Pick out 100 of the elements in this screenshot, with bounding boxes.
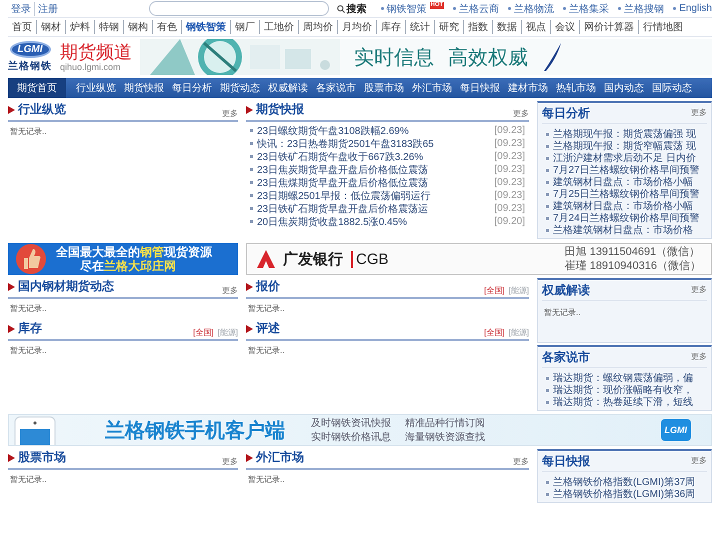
news-link[interactable]: 23日焦煤期货早盘开盘后价格低位震荡 (257, 176, 490, 190)
news-link[interactable]: 23日焦炭期货早盘开盘后价格低位震荡 (257, 162, 490, 176)
news-date: [09.23] (494, 125, 525, 136)
news-link[interactable]: 7月25日兰格螺纹钢价格早间预警 (553, 187, 703, 201)
section-title: 各家说市 (542, 348, 590, 366)
news-link[interactable]: 23日铁矿石期货早盘开盘后价格震荡运 (257, 202, 490, 216)
site-link[interactable]: 钢铁智策 (380, 2, 427, 16)
nav-tab[interactable]: 各家说市 (312, 78, 360, 98)
filter-link[interactable]: [全国] (193, 327, 214, 338)
news-link[interactable]: 23日螺纹期货午盘3108跌幅2.69% (257, 124, 490, 138)
menu-link[interactable]: 会议 (550, 20, 579, 34)
menu-link[interactable]: 钢铁智策 (181, 20, 230, 34)
menu-link[interactable]: 网价计算器 (579, 20, 638, 34)
news-link[interactable]: 建筑钢材日盘点：市场价格小幅 (553, 199, 703, 213)
bullet-icon (546, 400, 549, 404)
news-link[interactable]: 23日铁矿石期货午盘收于667跌3.26% (257, 150, 490, 164)
nav-tab[interactable]: 国际动态 (648, 78, 696, 98)
nav-tab[interactable]: 行业纵览 (72, 78, 120, 98)
news-link[interactable]: 20日焦炭期货收盘1882.5涨0.45% (257, 214, 490, 228)
app-banner[interactable]: 兰格钢铁手机客户端 及时钢铁资讯快报 精准品种行情订阅 实时钢铁价格讯息 海量钢铁资源查找 LGMI (8, 414, 712, 446)
news-link[interactable]: 兰格期现午报：期货窄幅震荡 现 (553, 139, 703, 153)
menu-link[interactable]: 数据 (492, 20, 521, 34)
more-link[interactable]: 更多 (222, 285, 238, 296)
menu-link[interactable]: 首页 (8, 20, 36, 34)
news-link[interactable]: 兰格钢铁价格指数(LGMI)第37周 (553, 475, 703, 489)
search-button[interactable]: 搜索 (332, 2, 371, 16)
nav-tab[interactable]: 每日分析 (168, 78, 216, 98)
news-link[interactable]: 23日期螺2501早报：低位震荡偏弱运行 (257, 188, 490, 202)
menu-link[interactable]: 统计 (405, 20, 434, 34)
filter-link[interactable]: [全国] (484, 327, 505, 338)
menu-link[interactable]: 有色 (152, 20, 181, 34)
news-date: [09.23] (494, 177, 525, 188)
news-link[interactable]: 兰格建筑钢材日盘点：市场价格 (553, 223, 703, 237)
news-link[interactable]: 建筑钢材日盘点：市场价格小幅 (553, 175, 703, 189)
menu-link[interactable]: 月均价 (337, 20, 376, 34)
menu-link[interactable]: 特钢 (94, 20, 123, 34)
menu-link[interactable]: 钢厂 (230, 20, 259, 34)
more-link[interactable]: 更多 (222, 108, 238, 119)
news-link[interactable]: 7月27日兰格螺纹钢价格早间预警 (553, 163, 703, 177)
menu-link[interactable]: 周均价 (298, 20, 337, 34)
more-link[interactable]: 更多 (691, 107, 707, 118)
news-link[interactable]: 兰格期现午报：期货震荡偏强 现 (553, 127, 703, 141)
bullet-icon (250, 168, 253, 171)
bullet-icon (546, 168, 549, 172)
arrow-icon (8, 106, 15, 114)
search-field[interactable] (148, 1, 329, 16)
news-link[interactable]: 瑞达期货：现价涨幅略有收窄， (553, 383, 703, 397)
more-link[interactable]: 更多 (691, 455, 707, 466)
menu-link[interactable]: 行情地图 (638, 20, 687, 34)
section-title: 行业纵览 (18, 101, 66, 118)
nav-tab[interactable]: 股票市场 (360, 78, 408, 98)
news-link[interactable]: 瑞达期货：热卷延续下滑，短线 (553, 395, 703, 409)
nav-tab[interactable]: 每日快报 (456, 78, 504, 98)
more-link[interactable]: 更多 (691, 284, 707, 295)
bullet-icon (546, 144, 549, 148)
news-link[interactable]: 7月24日兰格螺纹钢价格早间预警 (553, 211, 703, 225)
nav-tab[interactable]: 期货动态 (216, 78, 264, 98)
logo-name: 兰格钢铁 (8, 60, 52, 73)
news-link[interactable]: 江浙沪建材需求后劲不足 日内价 (553, 151, 703, 165)
news-link[interactable]: 瑞达期货：螺纹钢震荡偏弱，偏 (553, 371, 703, 385)
menu-link[interactable]: 库存 (376, 20, 405, 34)
news-link[interactable]: 快讯：23日热卷期货2501午盘3183跌65 (257, 136, 490, 150)
menu-link[interactable]: 钢材 (36, 20, 65, 34)
bullet-icon (546, 228, 549, 232)
nav-tab[interactable]: 外汇市场 (408, 78, 456, 98)
nav-tab[interactable]: 期货首页 (8, 78, 66, 98)
menu-link[interactable]: 工地价 (259, 20, 298, 34)
site-link[interactable]: 兰格物流 (508, 2, 554, 16)
bullet-icon (546, 388, 549, 392)
pipe-ad[interactable]: 全国最大最全的钢管现货资源 尽在兰格大邱庄网 (8, 243, 238, 275)
account-link[interactable]: 注册 (34, 2, 61, 16)
ad-text: 尽在兰格大邱庄网 (80, 259, 177, 273)
empty-message: 暂无记录.. (9, 474, 48, 486)
more-link[interactable]: 更多 (222, 456, 238, 467)
more-link[interactable]: 更多 (513, 456, 529, 467)
news-date: [09.23] (494, 138, 525, 149)
bullet-icon (546, 216, 549, 220)
menu-link[interactable]: 指数 (463, 20, 492, 34)
nav-tab[interactable]: 国内动态 (600, 78, 648, 98)
nav-tab[interactable]: 热轧市场 (552, 78, 600, 98)
site-link[interactable]: 兰格云商 (453, 2, 500, 16)
menu-link[interactable]: 研究 (434, 20, 463, 34)
account-link[interactable]: 登录 (8, 2, 34, 16)
nav-tab[interactable]: 期货快报 (120, 78, 168, 98)
news-link[interactable]: 兰格钢铁价格指数(LGMI)第36周 (553, 487, 703, 501)
site-link[interactable]: English (673, 3, 712, 14)
news-date: [09.23] (494, 190, 525, 201)
menu-link[interactable]: 视点 (521, 20, 550, 34)
filter-link[interactable]: [全国] (484, 285, 505, 296)
more-link[interactable]: 更多 (691, 351, 707, 362)
bullet-icon (250, 181, 253, 184)
nav-tab[interactable]: 权威解读 (264, 78, 312, 98)
site-link[interactable]: 兰格搜钢 (618, 2, 664, 16)
bank-ad[interactable]: 广发银行 CGB 田旭 13911504691（微信） 崔瑾 18910940316（微信） (246, 243, 712, 275)
site-link[interactable]: 兰格集采 (563, 2, 610, 16)
bullet-icon (546, 192, 549, 196)
menu-link[interactable]: 炉料 (65, 20, 94, 34)
menu-link[interactable]: 钢构 (123, 20, 152, 34)
more-link[interactable]: 更多 (513, 108, 529, 119)
nav-tab[interactable]: 建材市场 (504, 78, 552, 98)
